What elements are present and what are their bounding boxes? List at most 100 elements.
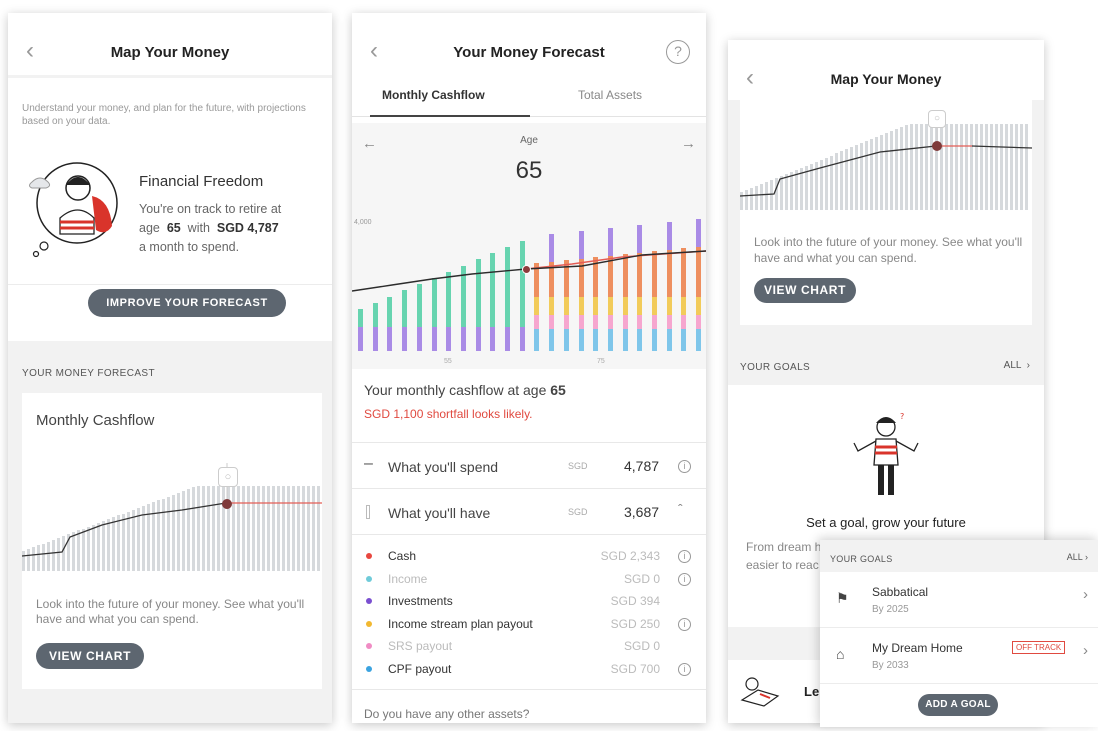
breakdown-label: Income bbox=[388, 571, 428, 586]
have-row[interactable]: What you'll have SGD 3,687 ˆ bbox=[352, 489, 706, 535]
breakdown-value: SGD 2,343 bbox=[600, 549, 660, 563]
age-marker-icon: ○ bbox=[218, 467, 238, 487]
x-tick-label: 55 bbox=[444, 358, 452, 365]
goals-all-link[interactable]: ALL › bbox=[1067, 552, 1088, 562]
income-breakdown-list: Cash SGD 2,343 i Income SGD 0 i Investments SGD… bbox=[352, 535, 706, 676]
legend-dot bbox=[366, 666, 372, 672]
spend-line bbox=[22, 463, 322, 557]
map-your-money-screen: ‹ Map Your Money Understand your money, … bbox=[8, 13, 332, 723]
current-age-point bbox=[222, 499, 232, 509]
info-icon[interactable]: i bbox=[678, 663, 691, 676]
other-assets-question: Do you have any other assets? bbox=[364, 707, 530, 721]
shrugging-person-illustration: ? bbox=[853, 412, 919, 495]
legend-dot bbox=[366, 643, 372, 650]
tab-bar: Monthly Cashflow Total Assets bbox=[352, 75, 706, 117]
spend-currency: SGD bbox=[568, 461, 588, 471]
heading-age: 65 bbox=[550, 382, 566, 398]
breakdown-label: Cash bbox=[388, 549, 417, 563]
monthly-cashflow-card[interactable]: Monthly Cashflow ○ Look into the future … bbox=[22, 393, 322, 689]
breakdown-value: SGD 250 bbox=[610, 616, 660, 631]
all-label: ALL bbox=[1003, 360, 1022, 371]
legend-dot bbox=[366, 620, 372, 627]
section-label: YOUR GOALS bbox=[740, 362, 811, 373]
money-forecast-screen: ‹ Your Money Forecast ? Monthly Cashflow… bbox=[352, 13, 706, 723]
improve-forecast-button[interactable]: IMPROVE YOUR FORECAST bbox=[88, 289, 286, 317]
financial-freedom-summary: You're on track to retire at age 65 with… bbox=[139, 200, 319, 257]
spend-row[interactable]: – What you'll spend SGD 4,787 i bbox=[352, 443, 706, 489]
legend-dot bbox=[366, 598, 372, 605]
goal-date: By 2033 bbox=[872, 660, 909, 671]
spend-label: What you'll spend bbox=[388, 459, 499, 475]
breakdown-row: Investments SGD 394 bbox=[352, 592, 706, 614]
cashflow-heading: Your monthly cashflow at age 65 bbox=[364, 382, 566, 398]
section-label: YOUR MONEY FORECAST bbox=[22, 368, 155, 379]
breakdown-row: CPF payout SGD 700 i bbox=[352, 660, 706, 682]
info-icon[interactable]: i bbox=[678, 550, 691, 563]
selected-age-point[interactable] bbox=[522, 265, 531, 274]
header: ‹ Map Your Money bbox=[8, 13, 332, 75]
card-description: Look into the future of your money. See … bbox=[36, 597, 305, 626]
flag-icon: ⚑ bbox=[836, 590, 849, 606]
chevron-right-icon: › bbox=[1085, 552, 1088, 562]
page-title: Map Your Money bbox=[110, 44, 230, 61]
goal-row[interactable]: ⚑ Sabbatical By 2025 › bbox=[820, 572, 1098, 628]
breakdown-value: SGD 0 bbox=[623, 639, 660, 654]
goal-description: From dream h bbox=[746, 540, 822, 554]
card-title: Monthly Cashflow bbox=[36, 412, 155, 429]
add-goal-button[interactable]: ADD A GOAL bbox=[918, 694, 998, 716]
goal-row[interactable]: ⌂ My Dream Home By 2033 OFF TRACK › bbox=[820, 628, 1098, 684]
chevron-right-icon: › bbox=[1083, 586, 1088, 603]
breakdown-value: SGD 700 bbox=[610, 662, 660, 676]
svg-text:?: ? bbox=[900, 412, 904, 421]
goal-date: By 2025 bbox=[872, 604, 909, 615]
divider bbox=[352, 689, 706, 690]
active-tab-indicator bbox=[370, 115, 530, 117]
chevron-right-icon: › bbox=[1026, 360, 1030, 371]
goals-list: ⚑ Sabbatical By 2025 › ⌂ My Dream Home By 2033… bbox=[820, 572, 1098, 692]
breakdown-label: SRS payout bbox=[388, 639, 453, 654]
stack-icon bbox=[366, 505, 370, 519]
chevron-right-icon: › bbox=[1083, 642, 1088, 659]
tab-total-assets[interactable]: Total Assets bbox=[578, 88, 642, 102]
age-prefix: age bbox=[139, 221, 160, 235]
view-chart-button[interactable]: VIEW CHART bbox=[754, 278, 856, 303]
age-marker-icon: ○ bbox=[928, 110, 946, 128]
section-label: YOUR GOALS bbox=[830, 554, 893, 564]
view-chart-button[interactable]: VIEW CHART bbox=[36, 643, 144, 669]
legend-dot bbox=[366, 553, 372, 559]
cashflow-summary: Your monthly cashflow at age 65 SGD 1,10… bbox=[352, 369, 706, 443]
learn-illustration bbox=[740, 677, 780, 707]
chevron-up-icon[interactable]: ˆ bbox=[678, 501, 683, 517]
shortfall-text: SGD 1,100 shortfall looks likely. bbox=[364, 407, 533, 421]
minus-icon: – bbox=[364, 455, 373, 472]
breakdown-value: SGD 0 bbox=[623, 571, 660, 586]
set-goal-heading: Set a goal, grow your future bbox=[806, 515, 966, 530]
person-avatar-illustration bbox=[29, 162, 118, 258]
spend-line bbox=[352, 250, 706, 292]
breakdown-label: CPF payout bbox=[388, 662, 452, 676]
have-value: 3,687 bbox=[624, 504, 660, 520]
info-icon[interactable]: i bbox=[678, 572, 691, 586]
page-title: Map Your Money bbox=[830, 71, 942, 87]
breakdown-value: SGD 394 bbox=[610, 594, 660, 609]
help-icon[interactable]: ? bbox=[666, 40, 690, 64]
breakdown-row: SRS payout SGD 0 bbox=[352, 637, 706, 659]
forecast-chart-panel: ← → Age 65 4,000 55 75 bbox=[352, 123, 706, 369]
card-description: Look into the future of your money. See … bbox=[754, 235, 1023, 265]
summary-line: You're on track to retire at bbox=[139, 202, 282, 216]
goals-all-link[interactable]: ALL › bbox=[1004, 360, 1030, 371]
financial-freedom-title: Financial Freedom bbox=[139, 173, 264, 190]
summary-line: age 65 with SGD 4,787 bbox=[139, 219, 319, 238]
have-label: What you'll have bbox=[388, 505, 491, 521]
header: ‹ Your Money Forecast ? bbox=[352, 13, 706, 75]
current-age-point bbox=[932, 141, 942, 151]
tab-monthly-cashflow[interactable]: Monthly Cashflow bbox=[382, 88, 485, 102]
info-icon[interactable]: i bbox=[678, 617, 691, 631]
home-icon: ⌂ bbox=[836, 646, 845, 662]
goals-header: YOUR GOALS ALL › bbox=[820, 540, 1098, 572]
monthly-cashflow-card[interactable]: ○ Look into the future of your money. Se… bbox=[740, 100, 1032, 325]
spend-line bbox=[740, 128, 1032, 197]
info-icon[interactable]: i bbox=[678, 460, 691, 473]
heading-text: Your monthly cashflow at age bbox=[364, 382, 547, 398]
age-label: Age bbox=[520, 135, 538, 146]
